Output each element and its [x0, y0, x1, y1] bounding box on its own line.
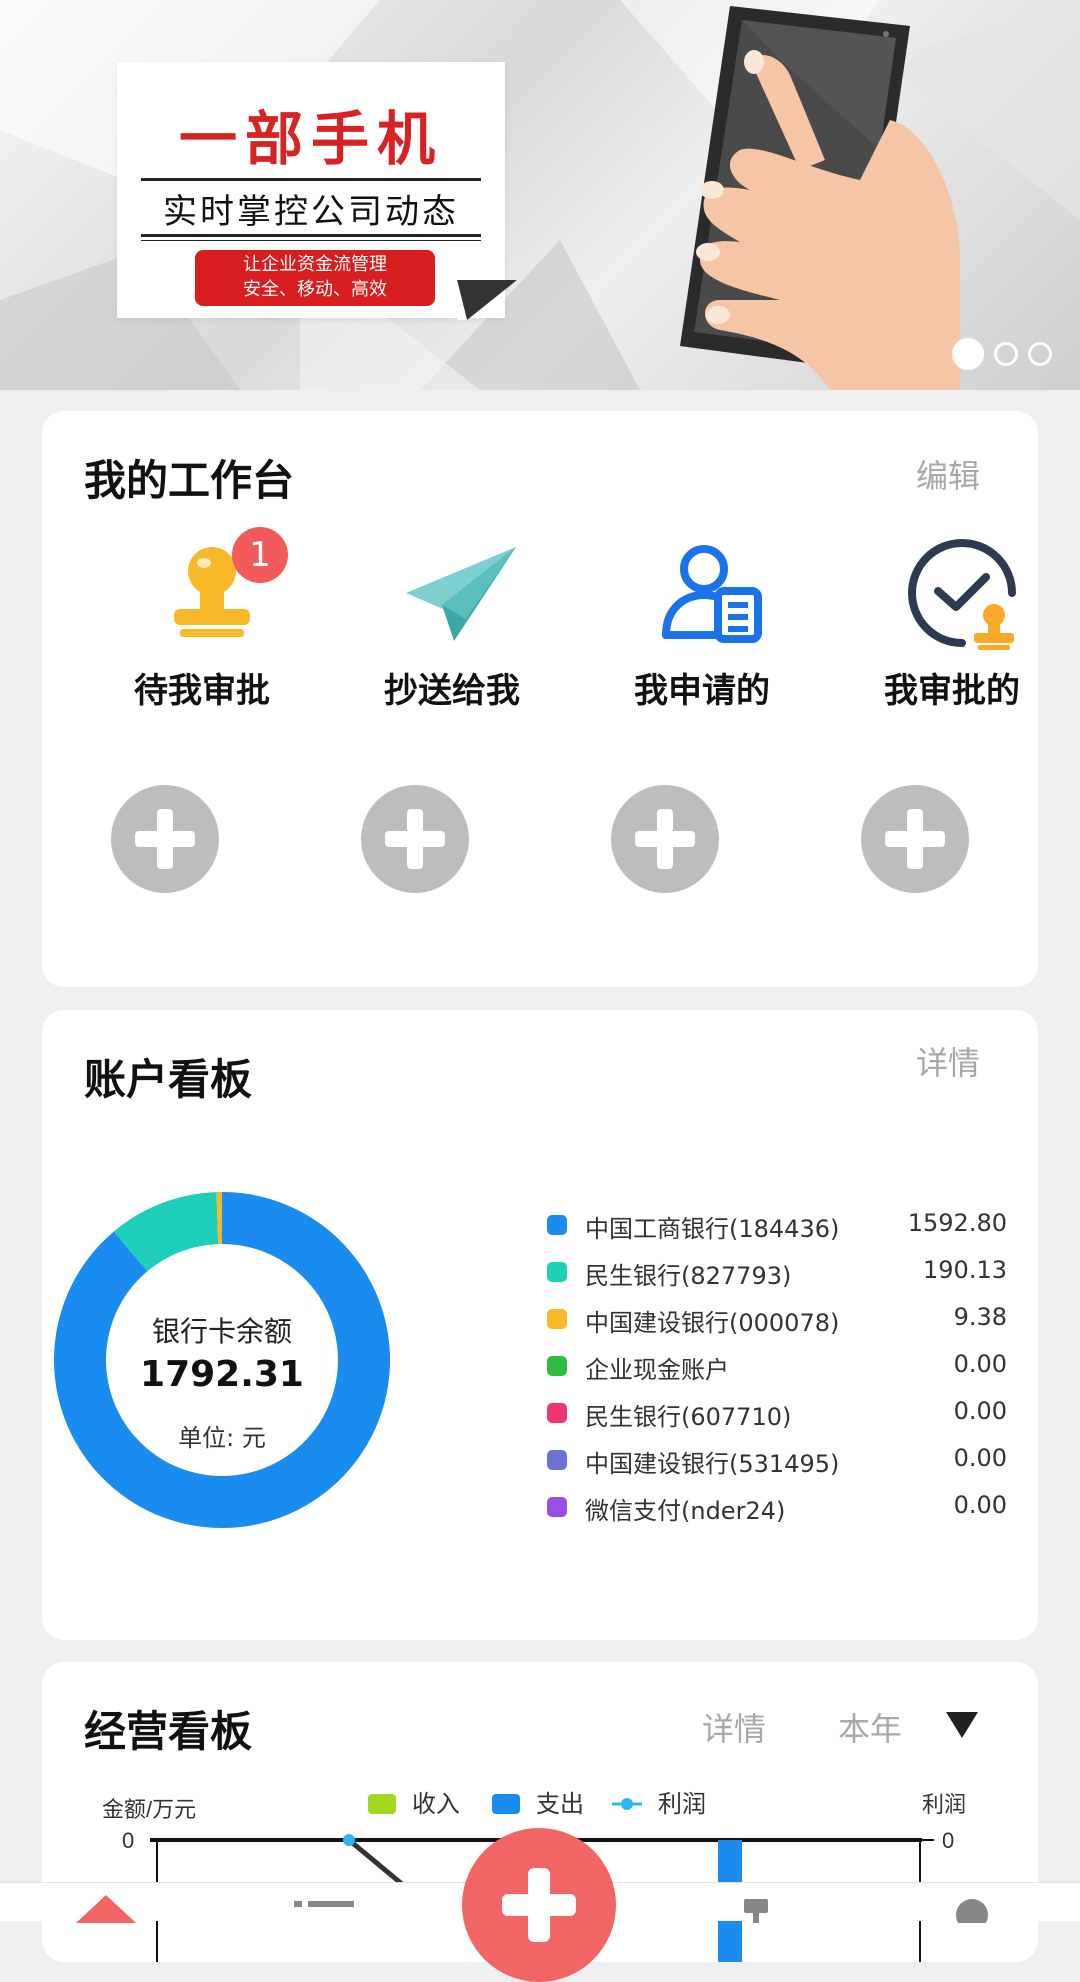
- y-axis-right-label: 利润: [922, 1792, 966, 1817]
- profit-point: [343, 1834, 355, 1846]
- home-icon[interactable]: [74, 1893, 138, 1923]
- carousel-indicator[interactable]: [952, 338, 1052, 370]
- legend-swatch: [547, 1450, 567, 1470]
- legend-account-name: 民生银行(827793): [585, 1262, 792, 1290]
- legend-account-name: 企业现金账户: [585, 1356, 729, 1384]
- add-shortcut-button[interactable]: [611, 785, 719, 893]
- account-legend: 中国工商银行(184436) 1592.80 民生银行(827793) 190.13 中…: [547, 1205, 1007, 1534]
- workbench-item-label: 我申请的: [634, 671, 770, 711]
- edit-button[interactable]: 编辑: [916, 451, 980, 497]
- pending-count-badge: 1: [232, 527, 288, 583]
- legend-account-name: 中国工商银行(184436): [585, 1215, 840, 1243]
- account-detail-link[interactable]: 详情: [916, 1038, 980, 1084]
- legend-account-value: 9.38: [953, 1303, 1007, 1331]
- page-curl-icon: [457, 280, 517, 320]
- add-shortcut-button[interactable]: [361, 785, 469, 893]
- legend-swatch: [547, 1309, 567, 1329]
- profile-icon[interactable]: [954, 1893, 990, 1923]
- add-shortcut-button[interactable]: [861, 785, 969, 893]
- legend-row[interactable]: 民生银行(827793) 190.13: [547, 1252, 1007, 1299]
- promo-banner[interactable]: 一部手机 实时掌控公司动态 让企业资金流管理 安全、移动、高效: [0, 0, 1080, 390]
- legend-account-value: 1592.80: [907, 1209, 1007, 1237]
- legend-account-name: 民生银行(607710): [585, 1403, 792, 1431]
- account-board-card: 账户看板 详情 银行卡余额 1792.31 单位: 元 中国工商银行(18443…: [42, 1010, 1038, 1640]
- balance-unit: 单位: 元: [178, 1424, 266, 1452]
- legend-row[interactable]: 微信支付(nder24) 0.00: [547, 1487, 1007, 1534]
- carousel-dot-1[interactable]: [952, 338, 984, 370]
- ad-pill: 让企业资金流管理 安全、移动、高效: [195, 250, 435, 306]
- balance-label: 银行卡余额: [151, 1315, 292, 1348]
- report-icon[interactable]: [744, 1893, 768, 1923]
- profit-line-segment: [347, 1838, 404, 1886]
- carousel-dot-2[interactable]: [994, 342, 1018, 366]
- legend-profit-marker: [621, 1798, 633, 1810]
- add-shortcut-button[interactable]: [111, 785, 219, 893]
- list-icon[interactable]: [294, 1893, 354, 1923]
- legend-swatch-income: [368, 1794, 396, 1814]
- legend-swatch: [547, 1403, 567, 1423]
- donut-center: 银行卡余额 1792.31 单位: 元: [52, 1190, 392, 1530]
- legend-account-value: 0.00: [953, 1350, 1007, 1378]
- ad-divider: [141, 240, 481, 241]
- legend-account-name: 中国建设银行(000078): [585, 1309, 840, 1337]
- account-board-title: 账户看板: [84, 1055, 253, 1104]
- balance-total: 1792.31: [140, 1354, 304, 1395]
- legend-account-name: 中国建设银行(531495): [585, 1450, 840, 1478]
- phone-in-hand-illustration: [680, 6, 960, 390]
- legend-swatch: [547, 1497, 567, 1517]
- legend-account-name: 微信支付(nder24): [585, 1497, 786, 1525]
- legend-account-value: 0.00: [953, 1491, 1007, 1519]
- y-axis-right-tick: 0: [942, 1828, 954, 1853]
- paper-plane-icon: [406, 547, 516, 641]
- y-axis-left-label: 金额/万元: [102, 1797, 196, 1822]
- workbench-card: 我的工作台 编辑 1 待我审批 抄送给我 我申请的 我审批的: [42, 411, 1038, 987]
- legend-swatch: [547, 1215, 567, 1235]
- ad-subheadline: 实时掌控公司动态: [163, 192, 459, 232]
- ad-card: 一部手机 实时掌控公司动态 让企业资金流管理 安全、移动、高效: [117, 62, 517, 320]
- legend-row[interactable]: 民生银行(607710) 0.00: [547, 1393, 1007, 1440]
- workbench-item-label: 我审批的: [884, 671, 1020, 711]
- ad-headline: 一部手机: [178, 105, 443, 173]
- add-icon[interactable]: [462, 1828, 616, 1982]
- legend-row[interactable]: 企业现金账户 0.00: [547, 1346, 1007, 1393]
- person-document-icon: [662, 545, 762, 643]
- ad-pill-line1: 让企业资金流管理: [243, 254, 387, 275]
- legend-income-label: 收入: [412, 1791, 460, 1818]
- legend-swatch-expense: [492, 1794, 520, 1814]
- legend-profit-label: 利润: [658, 1791, 706, 1818]
- ad-divider: [141, 178, 481, 181]
- legend-swatch: [547, 1356, 567, 1376]
- legend-account-value: 0.00: [953, 1444, 1007, 1472]
- legend-swatch: [547, 1262, 567, 1282]
- ad-divider: [141, 234, 481, 237]
- ad-pill-line2: 安全、移动、高效: [243, 279, 387, 300]
- legend-expense-label: 支出: [536, 1791, 584, 1818]
- legend-account-value: 0.00: [953, 1397, 1007, 1425]
- business-legend: 收入 支出 利润: [368, 1791, 706, 1818]
- workbench-item-label: 抄送给我: [384, 671, 520, 711]
- workbench-title: 我的工作台: [84, 456, 295, 505]
- legend-row[interactable]: 中国建设银行(531495) 0.00: [547, 1440, 1007, 1487]
- legend-row[interactable]: 中国建设银行(000078) 9.38: [547, 1299, 1007, 1346]
- check-stamp-icon: [908, 539, 1016, 650]
- legend-account-value: 190.13: [923, 1256, 1007, 1284]
- carousel-dot-3[interactable]: [1028, 342, 1052, 366]
- workbench-item-label: 待我审批: [134, 671, 270, 711]
- legend-row[interactable]: 中国工商银行(184436) 1592.80: [547, 1205, 1007, 1252]
- y-axis-left-tick: 0: [122, 1828, 134, 1853]
